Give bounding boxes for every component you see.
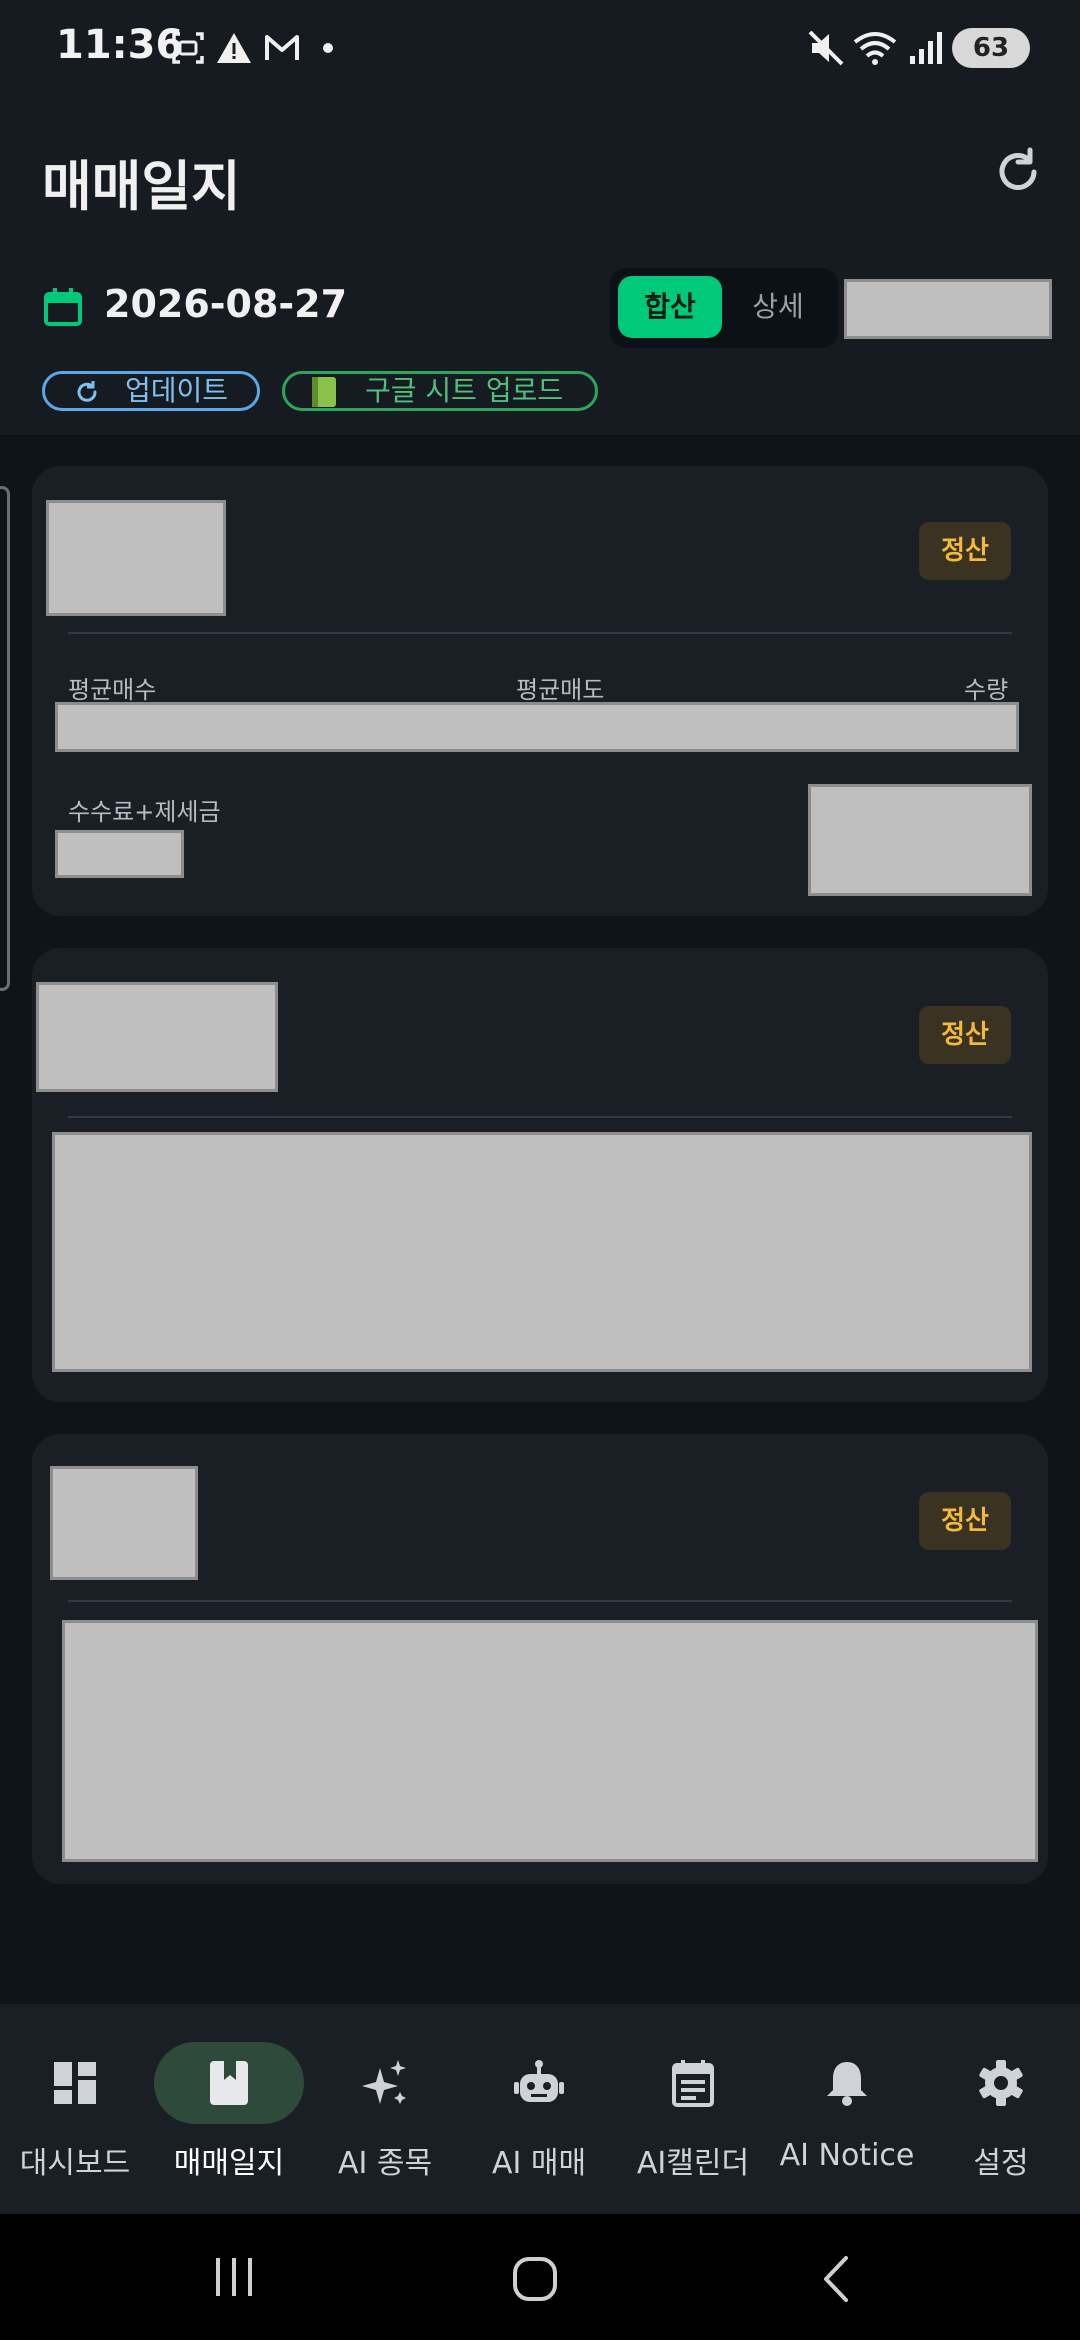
gear-icon xyxy=(979,2060,1023,2106)
nav-item-settings[interactable]: 설정 xyxy=(926,2034,1076,2204)
label-avg-buy: 평균매수 xyxy=(68,676,157,704)
refresh-icon xyxy=(77,381,97,402)
recent-apps-icon[interactable] xyxy=(210,2254,260,2300)
nav-item-dashboard[interactable]: 대시보드 xyxy=(0,2034,150,2204)
refresh-icon[interactable] xyxy=(990,144,1046,200)
redacted-details xyxy=(62,1620,1038,1862)
nav-item-ai-stocks[interactable]: AI 종목 xyxy=(310,2034,460,2204)
robot-icon xyxy=(514,2060,564,2102)
divider xyxy=(68,1600,1012,1602)
toggle-detail[interactable]: 상세 xyxy=(726,276,830,338)
redacted-fee xyxy=(55,830,184,878)
status-badge: 정산 xyxy=(919,1492,1011,1550)
home-icon[interactable] xyxy=(510,2254,560,2304)
status-badge: 정산 xyxy=(919,1006,1011,1064)
redacted-summary xyxy=(844,279,1052,339)
update-label: 업데이트 xyxy=(125,374,229,407)
label-avg-sell: 평균매도 xyxy=(516,676,605,704)
label-fee: 수수료+제세금 xyxy=(68,798,221,826)
divider xyxy=(68,632,1012,634)
edge-panel-handle[interactable] xyxy=(0,486,10,991)
back-icon[interactable] xyxy=(816,2254,856,2304)
nav-item-ai-notice[interactable]: AI Notice xyxy=(772,2034,922,2204)
google-sheet-upload-button[interactable]: 구글 시트 업로드 xyxy=(282,371,598,411)
nav-item-ai-calendar[interactable]: AI캘린더 xyxy=(618,2034,768,2204)
toggle-sum[interactable]: 합산 xyxy=(618,276,722,338)
dashboard-icon xyxy=(54,2062,96,2104)
wifi-icon xyxy=(853,32,897,65)
signal-icon xyxy=(910,32,942,64)
journal-icon xyxy=(210,2061,248,2105)
status-badge: 정산 xyxy=(919,522,1011,580)
battery-icon: 63 xyxy=(952,28,1030,68)
redacted-profit xyxy=(808,784,1032,896)
nav-label: 설정 xyxy=(973,2146,1029,2181)
calendar-icon[interactable] xyxy=(42,286,84,328)
gmail-icon xyxy=(265,35,299,60)
bell-icon xyxy=(827,2062,867,2106)
dot-icon xyxy=(323,43,333,53)
sparkle-icon xyxy=(362,2060,406,2104)
calendar-note-icon xyxy=(672,2060,714,2107)
redacted-details xyxy=(52,1132,1032,1372)
update-button[interactable]: 업데이트 xyxy=(42,371,260,411)
book-icon xyxy=(312,377,336,407)
label-qty: 수량 xyxy=(964,676,1009,704)
redacted-values xyxy=(55,702,1019,752)
redacted-stock-name xyxy=(46,500,226,616)
divider xyxy=(68,1116,1012,1118)
status-time: 11:36 xyxy=(56,22,184,68)
redacted-stock-name xyxy=(36,982,278,1092)
nav-item-ai-trading[interactable]: AI 매매 xyxy=(464,2034,614,2204)
upload-label: 구글 시트 업로드 xyxy=(365,374,564,407)
page-title: 매매일지 xyxy=(42,155,241,218)
nav-item-journal[interactable]: 매매일지 xyxy=(154,2034,304,2204)
warning-icon xyxy=(217,33,251,63)
date-selector[interactable]: 2026-08-27 xyxy=(104,282,347,326)
screenshot-icon xyxy=(172,32,204,64)
mute-icon xyxy=(808,30,844,66)
redacted-stock-name xyxy=(50,1466,198,1580)
